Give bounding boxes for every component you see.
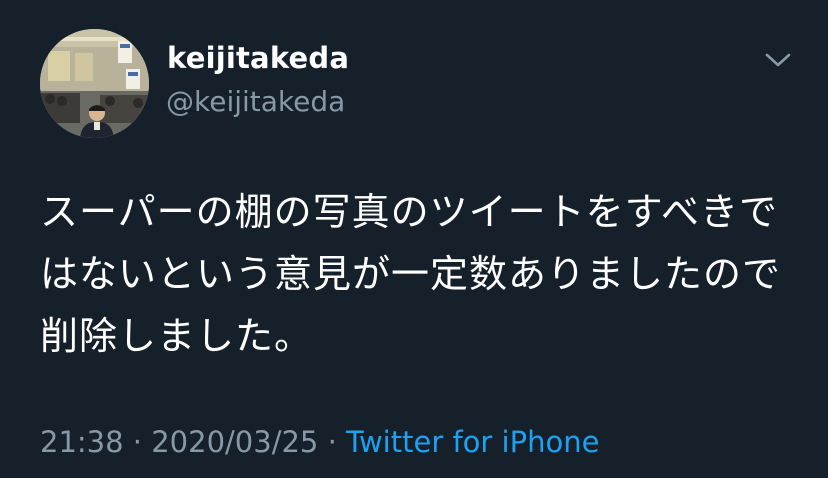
tweet-time[interactable]: 21:38 [40, 425, 124, 459]
tweet-text: スーパーの棚の写真のツイートをすべきではないという意見が一定数ありましたので削除… [40, 190, 782, 358]
tweet-meta: 21:38 · 2020/03/25 · Twitter for iPhone [40, 422, 599, 462]
tweet-date[interactable]: 2020/03/25 [151, 425, 318, 459]
user-handle[interactable]: @keijitakeda [166, 84, 345, 120]
meta-separator: · [318, 425, 347, 459]
display-name[interactable]: keijitakeda [167, 40, 349, 76]
chevron-down-icon[interactable] [762, 46, 794, 74]
tweet-card: keijitakeda @keijitakeda スーパーの棚の写真のツイートを… [0, 0, 828, 478]
avatar-photo-icon [40, 29, 149, 138]
meta-separator: · [123, 425, 152, 459]
avatar[interactable] [40, 29, 149, 138]
source-link[interactable]: Twitter for iPhone [346, 425, 599, 459]
